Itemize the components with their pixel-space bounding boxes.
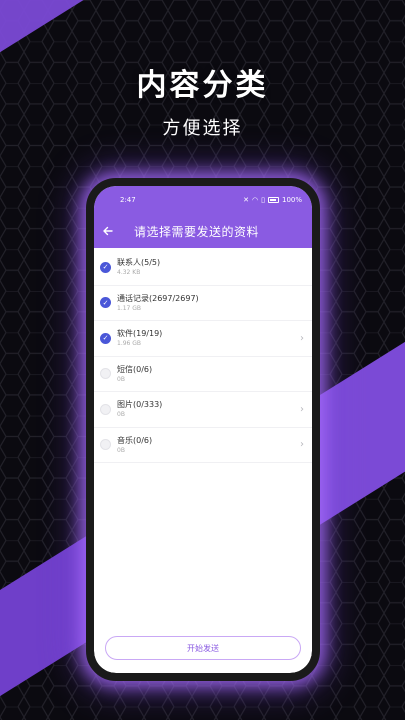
list-item-contacts[interactable]: ✓ 联系人(5/5) 4.32 KB (94, 250, 312, 286)
item-size: 4.32 KB (117, 269, 141, 277)
item-size: 1.96 GB (117, 340, 142, 348)
item-label: 短信(0/6) (117, 364, 153, 374)
start-send-button[interactable]: 开始发送 (105, 636, 301, 660)
app-bar: 请选择需要发送的资料 (94, 214, 312, 248)
data-category-list: ✓ 联系人(5/5) 4.32 KB ✓ 通话记录(2697/2697) 1.1… (94, 250, 312, 463)
battery-icon (267, 197, 279, 203)
promo-headline: 内容分类 (136, 68, 269, 103)
sim-icon: ▯ (261, 196, 265, 204)
item-size: 0B (117, 446, 125, 454)
check-circle-icon[interactable]: ✓ (100, 332, 111, 344)
mute-icon: ✕ (243, 196, 250, 204)
list-item-music[interactable]: 音乐(0/6) 0B › (94, 428, 312, 463)
page-title: 请选择需要发送的资料 (134, 224, 260, 239)
status-bar: 2:47 ✕ ◠ ▯ 100% (94, 186, 312, 214)
chevron-right-icon[interactable]: › (294, 333, 304, 344)
phone-frame: 2:47 ✕ ◠ ▯ 100% 请选择需要发送的资料 ✓ 联系人(5/5) 4.… (86, 178, 320, 681)
chevron-right-icon[interactable]: › (294, 439, 304, 450)
unchecked-circle-icon[interactable] (100, 368, 111, 380)
list-item-photos[interactable]: 图片(0/333) 0B › (94, 392, 312, 428)
list-item-sms[interactable]: 短信(0/6) 0B (94, 357, 312, 392)
unchecked-circle-icon[interactable] (100, 403, 111, 415)
status-time: 2:47 (120, 196, 136, 204)
item-label: 音乐(0/6) (117, 435, 153, 445)
item-size: 0B (117, 411, 125, 419)
arrow-left-icon[interactable] (94, 214, 122, 248)
chevron-right-icon[interactable]: › (294, 404, 304, 415)
check-circle-icon[interactable]: ✓ (100, 261, 111, 273)
check-circle-icon[interactable]: ✓ (100, 297, 111, 309)
item-label: 图片(0/333) (117, 400, 163, 410)
item-label: 软件(19/19) (117, 329, 163, 339)
unchecked-circle-icon[interactable] (100, 439, 111, 451)
item-label: 通话记录(2697/2697) (117, 293, 199, 303)
item-size: 0B (117, 375, 125, 383)
item-size: 1.17 GB (117, 304, 142, 312)
item-label: 联系人(5/5) (117, 258, 161, 268)
wifi-icon: ◠ (252, 196, 259, 204)
battery-percent: 100% (281, 196, 302, 204)
status-icons: ✕ ◠ ▯ 100% (243, 196, 302, 204)
list-item-call-log[interactable]: ✓ 通话记录(2697/2697) 1.17 GB (94, 286, 312, 321)
promo-subline: 方便选择 (162, 118, 243, 139)
phone-screen: 2:47 ✕ ◠ ▯ 100% 请选择需要发送的资料 ✓ 联系人(5/5) 4.… (94, 186, 312, 673)
list-item-apps[interactable]: ✓ 软件(19/19) 1.96 GB › (94, 321, 312, 357)
